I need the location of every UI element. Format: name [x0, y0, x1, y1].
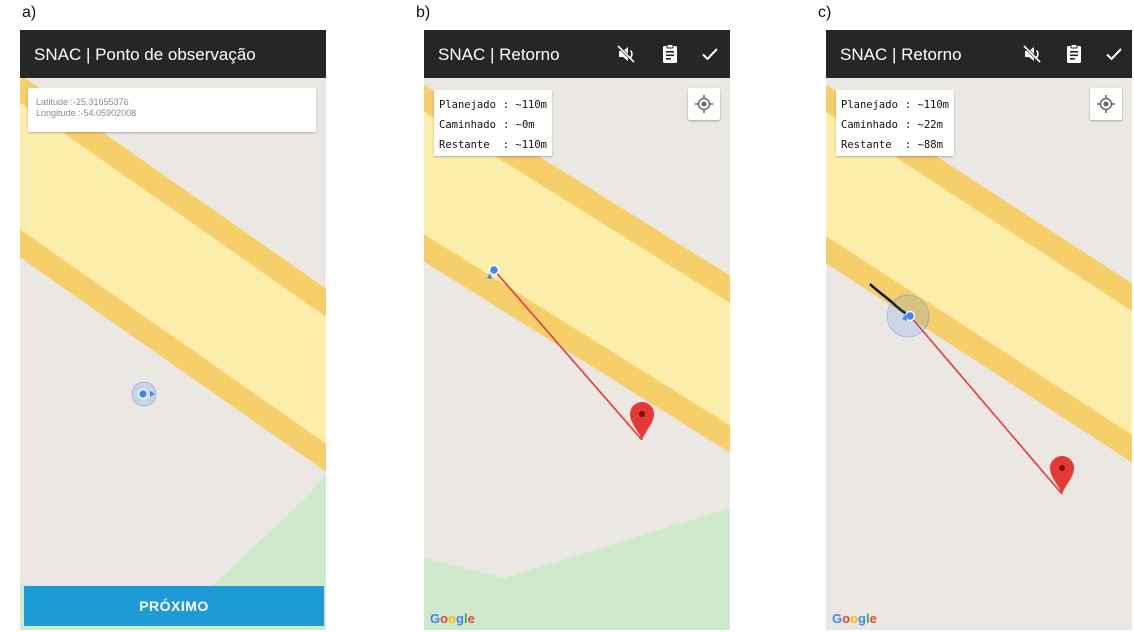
distance-stats-box: Planejado : ~110m Caminhado : ~22m Resta… [836, 90, 954, 156]
distance-stats-box: Planejado : ~110m Caminhado : ~0m Restan… [434, 90, 552, 156]
my-location-button[interactable] [1090, 88, 1122, 120]
stat-remaining: Restante : ~88m [841, 139, 943, 151]
phone-screen-a: SNAC | Ponto de observação Latitude :-25… [20, 30, 326, 630]
panel-label-b: b) [416, 4, 431, 21]
panel-label-c: c) [818, 4, 832, 21]
stat-walked: Caminhado : ~0m [439, 119, 535, 131]
clipboard-icon[interactable] [1062, 42, 1086, 66]
coordinates-box: Latitude :-25.31655376 Longitude :-54.05… [28, 88, 316, 132]
map-tiles [20, 78, 326, 630]
panel-label-a: a) [22, 4, 37, 21]
map-view[interactable]: Planejado : ~110m Caminhado : ~22m Resta… [826, 78, 1132, 630]
stat-planned: Planejado : ~110m [841, 99, 949, 111]
app-bar: SNAC | Retorno [826, 30, 1132, 78]
latitude-text: Latitude :-25.31655376 [36, 97, 129, 107]
volume-off-icon[interactable] [1020, 42, 1044, 66]
longitude-text: Longitude :-54.05902008 [36, 108, 137, 118]
crosshair-icon [1097, 95, 1115, 113]
map-view[interactable]: Latitude :-25.31655376 Longitude :-54.05… [20, 78, 326, 630]
check-icon[interactable] [698, 42, 722, 66]
next-button[interactable]: PRÓXIMO [24, 586, 324, 626]
phone-screen-b: SNAC | Retorno Planejado: ~110m Caminha… [424, 30, 730, 630]
check-icon[interactable] [1102, 42, 1126, 66]
app-title: SNAC | Ponto de observação [34, 45, 256, 64]
google-logo: Google [832, 611, 877, 626]
map-tiles [826, 78, 1132, 630]
app-title: SNAC | Retorno [438, 45, 560, 64]
app-bar: SNAC | Retorno [424, 30, 730, 78]
stat-walked: Caminhado : ~22m [841, 119, 943, 131]
app-bar: SNAC | Ponto de observação [20, 30, 326, 78]
phone-screen-c: SNAC | Retorno Planejado: ~110m Caminha… [826, 30, 1132, 630]
crosshair-icon [695, 95, 713, 113]
app-title: SNAC | Retorno [840, 45, 962, 64]
stat-planned: Planejado : ~110m [439, 99, 547, 111]
stat-remaining: Restante : ~110m [439, 139, 547, 151]
my-location-button[interactable] [688, 88, 720, 120]
clipboard-icon[interactable] [658, 42, 682, 66]
map-tiles [424, 78, 730, 630]
map-view[interactable]: Planejado : ~110m Caminhado : ~0m Restan… [424, 78, 730, 630]
google-logo: Google [430, 611, 475, 626]
volume-off-icon[interactable] [614, 42, 638, 66]
